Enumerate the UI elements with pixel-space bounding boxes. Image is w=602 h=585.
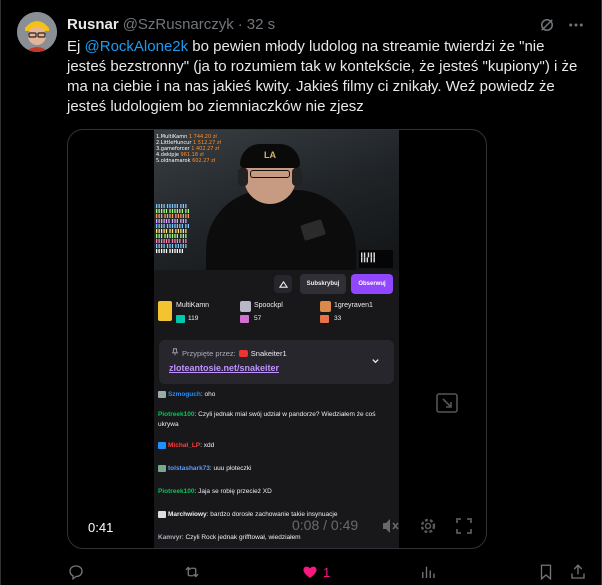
headset-left (238, 168, 248, 186)
settings-gear-icon[interactable] (418, 516, 438, 536)
fullscreen-icon[interactable] (454, 516, 474, 536)
tweet-text-prefix: Ej (67, 38, 85, 55)
share-button[interactable] (569, 562, 587, 582)
tweet-timestamp[interactable]: 32 s (247, 16, 275, 33)
chat-message: Piotreek100: Czyli jednak miał swój udzi… (158, 411, 376, 428)
pin-icon (171, 348, 179, 358)
tweet-card[interactable]: Rusnar @SzRusnarczyk · 32 s Ej @RockAlon… (0, 0, 602, 585)
chat-message: Kamvyr: Czyli Rock jednak grifftował, wi… (158, 534, 301, 541)
stream-overlay-stats: ▌▌ ▌▌▌ ▌▌▌ ▌▌ (359, 250, 393, 268)
video-progress-time: 0:08 / 0:49 (292, 517, 359, 533)
channel-action-row: Subskrybuj Obserwuj (154, 270, 399, 298)
pinned-label: Przypięte przez: (182, 348, 236, 358)
gift-sub-icon (176, 315, 185, 323)
grok-icon[interactable] (536, 14, 558, 36)
chat-message: Marchwiowy: bardzo dorosłe zachowanie ta… (158, 510, 394, 520)
follow-button[interactable]: Obserwuj (351, 274, 393, 294)
video-player[interactable]: 1.MultiKamn 1 744.20 zł 2.LittleHuncur 1… (67, 129, 487, 549)
pinned-user: Snakeiter1 (250, 348, 287, 358)
like-button[interactable]: 1 (301, 562, 330, 582)
pinned-link[interactable]: zloteantosie.net/snakeiter (169, 363, 279, 373)
tweet-header: Rusnar @SzRusnarczyk · 32 s (67, 14, 275, 34)
author-handle[interactable]: @SzRusnarczyk (123, 16, 234, 33)
chat-message: Michał_LP: xdd (158, 441, 394, 451)
user-badge-icon (158, 510, 166, 518)
video-current-time: 0:41 (88, 520, 114, 535)
author-avatar[interactable] (17, 12, 57, 52)
pinned-by: Przypięte przez: Snakeiter1 (171, 348, 287, 358)
more-dots-icon[interactable] (565, 14, 587, 36)
retweet-button[interactable] (183, 562, 201, 582)
subscribe-button[interactable]: Subskrybuj (300, 274, 346, 294)
bookmark-icon (540, 564, 552, 581)
gift-sub-icon (240, 315, 249, 323)
chevron-down-icon[interactable] (371, 356, 380, 367)
top-gifters: MultiKamn 119 Spoockpl 57 1greyraven1 33 (154, 298, 399, 328)
heart-icon (303, 566, 317, 578)
chat-message: tolstashark73: uuu ploteczki (158, 464, 394, 474)
chat-message: Piotreek100: Jaja se robię przecież XD (158, 488, 272, 495)
tweet-actions: 1 (67, 562, 587, 582)
stream-overlay-chat: ▌▌▌▌ ▌▌▌▌▌ ▌▌▌ ▌▌▌▌▌ ▌▌▌▌▌▌ ▌▌ ▌▌▌ ▌▌▌▌ … (156, 204, 191, 253)
like-count: 1 (323, 564, 331, 580)
user-badge-icon (158, 390, 166, 398)
video-frame: 1.MultiKamn 1 744.20 zł 2.LittleHuncur 1… (154, 130, 399, 548)
header-separator: · (237, 15, 243, 33)
mute-icon[interactable] (380, 516, 400, 536)
share-icon (571, 564, 585, 579)
youtube-badge-icon (238, 349, 248, 357)
bronze-gift-icon (320, 301, 331, 312)
cap-logo: LA (264, 150, 276, 160)
donation-leaderboard: 1.MultiKamn 1 744.20 zł 2.LittleHuncur 1… (156, 134, 221, 164)
stream-view: 1.MultiKamn 1 744.20 zł 2.LittleHuncur 1… (154, 130, 399, 270)
retweet-icon (185, 566, 199, 578)
prime-crown-icon[interactable] (274, 275, 292, 293)
reply-button[interactable] (67, 562, 85, 582)
gift-sub-icon (320, 315, 329, 323)
user-badge-icon (158, 464, 166, 472)
streamer-glasses (250, 170, 290, 178)
silver-gift-icon (240, 301, 251, 312)
user-badge-icon (158, 441, 166, 449)
reply-icon (69, 565, 83, 581)
pinned-message[interactable]: Przypięte przez: Snakeiter1 zloteantosie… (159, 340, 394, 384)
views-button[interactable] (419, 562, 437, 582)
mention-link[interactable]: @RockAlone2k (85, 38, 189, 55)
chat-message: Szmoguch: oho (158, 390, 394, 400)
bookmark-button[interactable] (537, 562, 555, 582)
views-chart-icon (422, 566, 435, 578)
author-name[interactable]: Rusnar (67, 16, 119, 33)
expand-icon[interactable] (436, 393, 458, 413)
gold-gift-icon (158, 301, 172, 321)
headset-right (292, 168, 302, 186)
streamer-body (206, 190, 356, 270)
tweet-text: Ej @RockAlone2k bo pewien młody ludolog … (67, 37, 587, 117)
